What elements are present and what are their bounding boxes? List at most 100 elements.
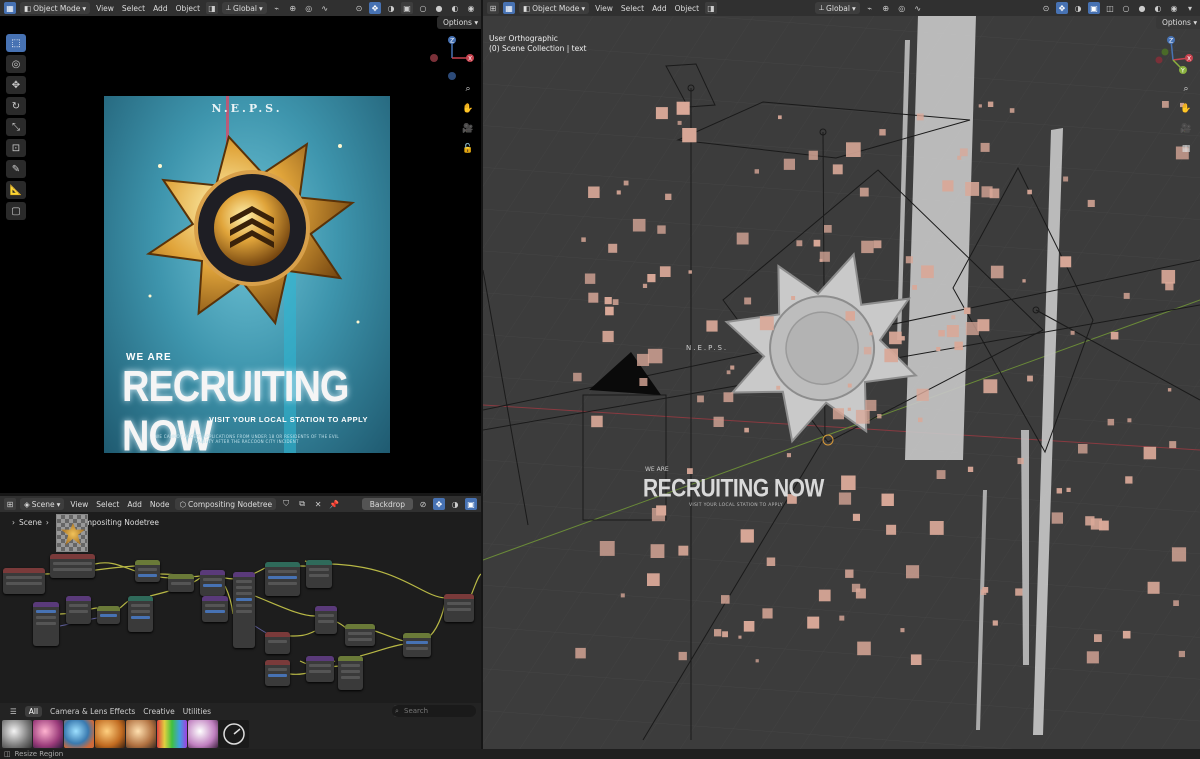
menu-add[interactable]: Add <box>151 4 170 13</box>
xray-icon[interactable]: ◫ <box>1104 2 1116 14</box>
asset-thumb[interactable] <box>64 720 94 748</box>
menu-add[interactable]: Add <box>650 4 669 13</box>
proportional-icon[interactable]: ◎ <box>303 2 315 14</box>
select-mode-icon[interactable]: ▦ <box>503 2 515 14</box>
overlay-icon[interactable]: ◑ <box>1072 2 1084 14</box>
grid-view-icon[interactable]: ▦ <box>1179 142 1193 156</box>
menu-object[interactable]: Object <box>673 4 701 13</box>
menu-view[interactable]: View <box>94 4 116 13</box>
select-box-tool[interactable]: ⬚ <box>6 34 26 52</box>
vector-node[interactable] <box>233 572 255 648</box>
annotate-tool[interactable]: ✎ <box>6 160 26 178</box>
gizmo-icon[interactable]: ✥ <box>1056 2 1068 14</box>
measure-tool[interactable]: 📐 <box>6 181 26 199</box>
pivot-icon[interactable]: ⌁ <box>864 2 876 14</box>
blur-node[interactable] <box>66 596 91 624</box>
asset-thumb[interactable] <box>188 720 218 748</box>
pan-hand-icon[interactable]: ✋ <box>461 102 475 116</box>
tab-creative[interactable]: Creative <box>143 707 174 716</box>
transform-orientation-dropdown[interactable]: ⟂ Global ▾ <box>222 2 267 14</box>
tab-camera-lens-effects[interactable]: Camera & Lens Effects <box>50 707 135 716</box>
visibility-icon[interactable]: ⊙ <box>1040 2 1052 14</box>
falloff-icon[interactable]: ∿ <box>912 2 924 14</box>
pivot-icon[interactable]: ⌁ <box>271 2 283 14</box>
cursor-tool[interactable]: ◎ <box>6 55 26 73</box>
shading-render-icon[interactable]: ◉ <box>465 2 477 14</box>
rgb-node[interactable] <box>265 632 290 654</box>
asset-thumb[interactable] <box>126 720 156 748</box>
shading-material-icon[interactable]: ◐ <box>449 2 461 14</box>
compositor-area[interactable]: ⊞ ◈ Scene ▾ View Select Add Node ⬡ Composit… <box>0 496 481 703</box>
xray-icon[interactable]: ▣ <box>401 2 413 14</box>
lock-icon[interactable]: 🔓 <box>461 142 475 156</box>
add-cube-tool[interactable]: ▢ <box>6 202 26 220</box>
options-button[interactable]: Options ▾ <box>1156 16 1200 29</box>
image-node[interactable] <box>50 554 95 578</box>
asset-thumb[interactable] <box>219 720 249 748</box>
transform-tool[interactable]: ⊡ <box>6 139 26 157</box>
shading-material-icon[interactable]: ◐ <box>1152 2 1164 14</box>
shading-wire-icon[interactable]: ○ <box>1120 2 1132 14</box>
image-editor-area[interactable]: ▦ ◧ Object Mode ▾ View Select Add Object ◨… <box>0 0 481 493</box>
asset-thumb[interactable] <box>2 720 32 748</box>
curve-node[interactable] <box>97 606 120 624</box>
asset-browser[interactable]: ☰ All Camera & Lens Effects Creative Uti… <box>0 703 481 749</box>
shading-solid-icon[interactable]: ● <box>433 2 445 14</box>
mix-node[interactable] <box>135 560 160 582</box>
lens-node[interactable] <box>306 560 332 588</box>
mode-dropdown[interactable]: ◧ Object Mode ▾ <box>20 2 91 14</box>
object-options-icon[interactable]: ◨ <box>206 2 219 14</box>
search-input[interactable]: ⌕ Search <box>392 705 476 717</box>
combine-node[interactable] <box>338 656 363 690</box>
visibility-icon[interactable]: ⊙ <box>353 2 365 14</box>
menu-view[interactable]: View <box>593 4 615 13</box>
filter-node[interactable] <box>200 570 225 596</box>
menu-object[interactable]: Object <box>174 4 202 13</box>
scale-tool[interactable]: ⤡ <box>6 118 26 136</box>
snap-icon[interactable]: ⊕ <box>880 2 892 14</box>
color-balance-node[interactable] <box>345 624 375 646</box>
render-layers-node[interactable] <box>3 568 45 594</box>
shading-solid-icon[interactable]: ● <box>1136 2 1148 14</box>
shading-render-icon[interactable]: ◉ <box>1168 2 1180 14</box>
options-button[interactable]: Options ▾ <box>437 16 481 29</box>
menu-select[interactable]: Select <box>120 4 147 13</box>
tab-all[interactable]: All <box>24 705 43 717</box>
asset-thumb[interactable] <box>95 720 125 748</box>
overlay-toggle-icon[interactable]: ▣ <box>1088 2 1100 14</box>
snap-icon[interactable]: ⊕ <box>287 2 299 14</box>
value-node[interactable] <box>315 606 337 634</box>
3d-viewport[interactable]: ⊞ ▦ ◧ Object Mode ▾ View Select Add Object… <box>483 0 1200 749</box>
math-node[interactable] <box>128 596 153 632</box>
zoom-icon[interactable]: ⌕ <box>1179 82 1193 96</box>
object-options-icon[interactable]: ◨ <box>705 2 718 14</box>
glare-node[interactable] <box>265 562 300 596</box>
rotate-tool[interactable]: ↻ <box>6 97 26 115</box>
mode-dropdown[interactable]: ◧ Object Mode ▾ <box>519 2 590 14</box>
editor-type-icon[interactable]: ▦ <box>4 2 16 14</box>
overlay-icon[interactable]: ◑ <box>385 2 397 14</box>
camera-icon[interactable]: 🎥 <box>1179 122 1193 136</box>
menu-select[interactable]: Select <box>619 4 646 13</box>
gizmo-icon[interactable]: ✥ <box>369 2 381 14</box>
transform-orientation-dropdown[interactable]: ⟂ Global ▾ <box>815 2 860 14</box>
chevron-down-icon[interactable]: ▾ <box>1184 2 1196 14</box>
mix-node-2[interactable] <box>403 633 431 657</box>
shading-wire-icon[interactable]: ○ <box>417 2 429 14</box>
zoom-icon[interactable]: ⌕ <box>461 82 475 96</box>
proportional-icon[interactable]: ◎ <box>896 2 908 14</box>
navigation-gizmo[interactable]: Z X <box>426 34 478 84</box>
menu-icon[interactable]: ☰ <box>10 707 17 716</box>
editor-type-icon[interactable]: ⊞ <box>487 2 499 14</box>
asset-thumb[interactable] <box>33 720 63 748</box>
tab-utilities[interactable]: Utilities <box>183 707 211 716</box>
move-tool[interactable]: ✥ <box>6 76 26 94</box>
rgb-node-2[interactable] <box>265 660 290 686</box>
alpha-node[interactable] <box>33 602 59 646</box>
transform-node[interactable] <box>202 596 228 622</box>
color-node[interactable] <box>168 574 194 592</box>
falloff-icon[interactable]: ∿ <box>319 2 331 14</box>
camera-icon[interactable]: 🎥 <box>461 122 475 136</box>
separate-node[interactable] <box>306 656 334 682</box>
composite-node[interactable] <box>444 594 474 622</box>
